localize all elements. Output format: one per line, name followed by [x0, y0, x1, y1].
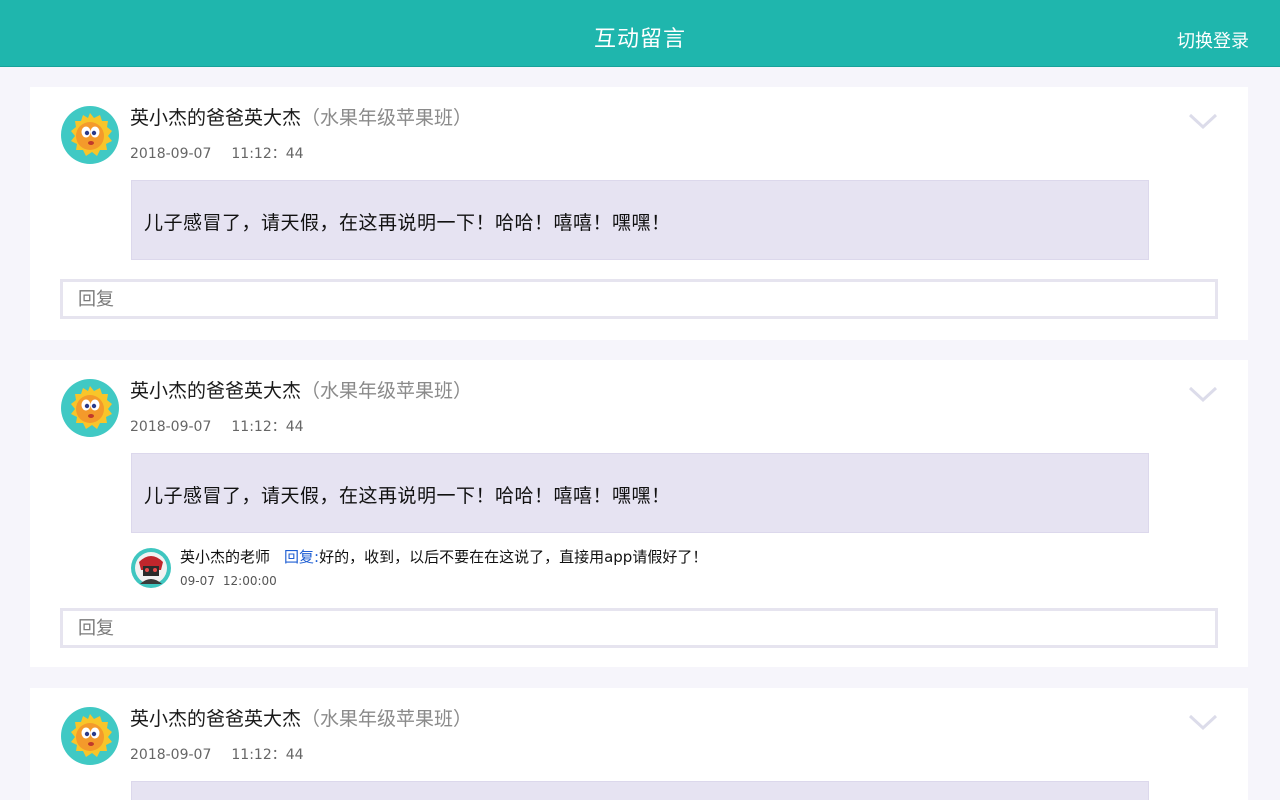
timestamp: 2018-09-07 11:12：44: [130, 744, 304, 764]
reply-date: 09-07: [180, 574, 215, 588]
author-class: （水果年级苹果班）: [301, 708, 473, 730]
reply-time: 12:00:00: [222, 574, 277, 588]
message-card: 英小杰的爸爸英大杰（水果年级苹果班） 2018-09-07 11:12：44 儿子…: [30, 87, 1248, 340]
author-name: 英小杰的爸爸英大杰: [130, 380, 302, 402]
post-time: 11:12：44: [231, 146, 304, 162]
timestamp: 2018-09-07 11:12：44: [130, 143, 304, 163]
timestamp: 2018-09-07 11:12：44: [130, 416, 304, 436]
switch-login-button[interactable]: 切换登录: [1177, 27, 1249, 53]
teacher-avatar-icon: [131, 548, 171, 588]
teacher-name: 英小杰的老师: [180, 548, 271, 566]
reply-text: 好的，收到，以后不要在在这说了，直接用app请假好了！: [319, 548, 708, 566]
page-title: 互动留言: [593, 27, 686, 52]
sun-mascot-avatar-icon: [61, 379, 119, 437]
sun-mascot-avatar-icon: [61, 106, 119, 164]
message-card: 英小杰的爸爸英大杰（水果年级苹果班） 2018-09-07 11:12：44 儿子…: [30, 360, 1248, 667]
reply-timestamp: 09-07 12:00:00: [180, 574, 277, 588]
chevron-down-icon[interactable]: [1188, 384, 1218, 404]
message-content-box: [131, 781, 1149, 800]
message-content-box: 儿子感冒了，请天假，在这再说明一下！哈哈！嘻嘻！嘿嘿！: [131, 453, 1149, 533]
chevron-down-icon[interactable]: [1188, 712, 1218, 732]
sun-mascot-avatar-icon: [61, 707, 119, 765]
reply-input[interactable]: [60, 279, 1218, 319]
post-date: 2018-09-07: [130, 146, 212, 162]
message-card: 英小杰的爸爸英大杰（水果年级苹果班） 2018-09-07 11:12：44: [30, 688, 1248, 800]
author-class: （水果年级苹果班）: [301, 107, 473, 129]
reply-label: 回复:: [284, 548, 320, 566]
author-name: 英小杰的爸爸英大杰: [130, 107, 302, 129]
teacher-reply: 英小杰的老师 回复:好的，收到，以后不要在在这说了，直接用app请假好了！: [180, 546, 707, 567]
author-line: 英小杰的爸爸英大杰（水果年级苹果班）: [130, 704, 472, 731]
post-time: 11:12：44: [231, 747, 304, 763]
message-text: 儿子感冒了，请天假，在这再说明一下！哈哈！嘻嘻！嘿嘿！: [144, 485, 671, 507]
reply-input[interactable]: [60, 608, 1218, 648]
message-text: 儿子感冒了，请天假，在这再说明一下！哈哈！嘻嘻！嘿嘿！: [144, 212, 671, 234]
author-name: 英小杰的爸爸英大杰: [130, 708, 302, 730]
author-line: 英小杰的爸爸英大杰（水果年级苹果班）: [130, 103, 472, 130]
message-content-box: 儿子感冒了，请天假，在这再说明一下！哈哈！嘻嘻！嘿嘿！: [131, 180, 1149, 260]
post-date: 2018-09-07: [130, 747, 212, 763]
post-time: 11:12：44: [231, 419, 304, 435]
app-header: 互动留言 切换登录: [0, 0, 1280, 67]
chevron-down-icon[interactable]: [1188, 111, 1218, 131]
author-class: （水果年级苹果班）: [301, 380, 473, 402]
post-date: 2018-09-07: [130, 419, 212, 435]
author-line: 英小杰的爸爸英大杰（水果年级苹果班）: [130, 376, 472, 403]
